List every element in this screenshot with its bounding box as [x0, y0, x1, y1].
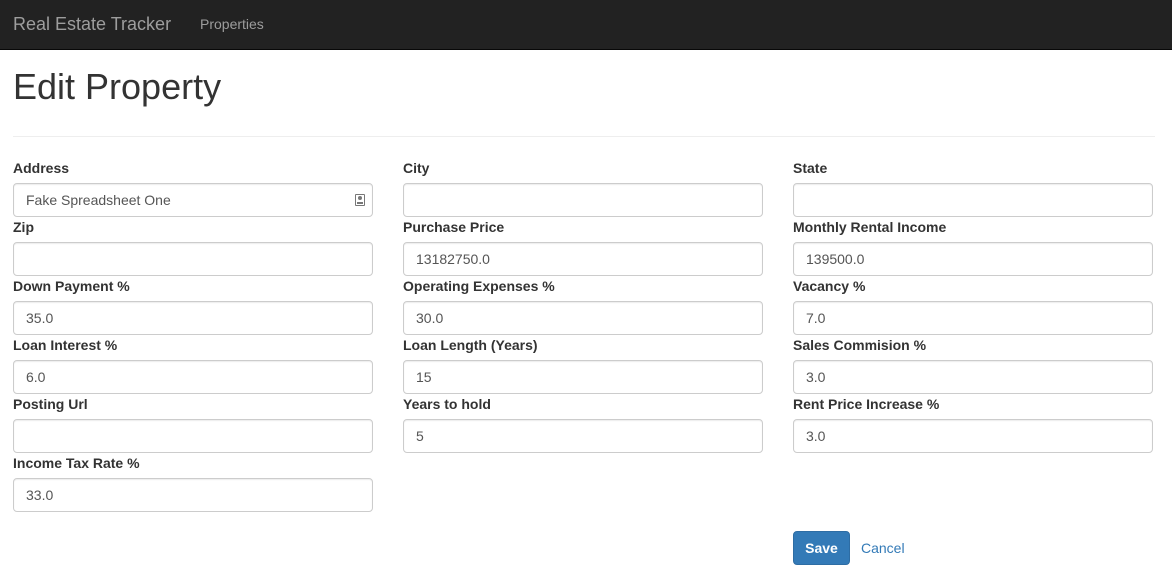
loan-interest-field-group: Loan Interest %: [13, 336, 373, 394]
rent-price-increase-label: Rent Price Increase %: [793, 396, 940, 412]
navbar: Real Estate Tracker Properties: [0, 0, 1172, 50]
zip-label: Zip: [13, 219, 34, 235]
vacancy-label: Vacancy %: [793, 278, 866, 294]
zip-field-group: Zip: [13, 218, 373, 276]
income-tax-rate-field-group: Income Tax Rate %: [13, 454, 373, 512]
income-tax-rate-input[interactable]: [13, 478, 373, 512]
contact-card-icon[interactable]: [355, 194, 365, 206]
save-button[interactable]: Save: [793, 531, 850, 565]
vacancy-field-group: Vacancy %: [793, 277, 1153, 335]
operating-expenses-field-group: Operating Expenses %: [403, 277, 763, 335]
city-label: City: [403, 160, 430, 176]
address-field-group: Address: [13, 159, 373, 217]
down-payment-input[interactable]: [13, 301, 373, 335]
posting-url-input[interactable]: [13, 419, 373, 453]
down-payment-label: Down Payment %: [13, 278, 130, 294]
years-to-hold-label: Years to hold: [403, 396, 491, 412]
loan-interest-label: Loan Interest %: [13, 337, 118, 353]
brand-link[interactable]: Real Estate Tracker: [13, 13, 171, 35]
monthly-rental-income-field-group: Monthly Rental Income: [793, 218, 1153, 276]
state-label: State: [793, 160, 828, 176]
sales-commission-label: Sales Commision %: [793, 337, 927, 353]
vacancy-input[interactable]: [793, 301, 1153, 335]
years-to-hold-input[interactable]: [403, 419, 763, 453]
posting-url-field-group: Posting Url: [13, 395, 373, 453]
years-to-hold-field-group: Years to hold: [403, 395, 763, 453]
sales-commission-field-group: Sales Commision %: [793, 336, 1153, 394]
rent-price-increase-field-group: Rent Price Increase %: [793, 395, 1153, 453]
income-tax-rate-label: Income Tax Rate %: [13, 455, 140, 471]
sales-commission-input[interactable]: [793, 360, 1153, 394]
purchase-price-field-group: Purchase Price: [403, 218, 763, 276]
state-field-group: State: [793, 159, 1153, 217]
posting-url-label: Posting Url: [13, 396, 88, 412]
address-input[interactable]: [13, 183, 373, 217]
monthly-rental-income-label: Monthly Rental Income: [793, 219, 947, 235]
purchase-price-input[interactable]: [403, 242, 763, 276]
city-input[interactable]: [403, 183, 763, 217]
purchase-price-label: Purchase Price: [403, 219, 505, 235]
nav-link-properties[interactable]: Properties: [200, 15, 264, 33]
monthly-rental-income-input[interactable]: [793, 242, 1153, 276]
divider: [13, 136, 1155, 137]
city-field-group: City: [403, 159, 763, 217]
operating-expenses-label: Operating Expenses %: [403, 278, 555, 294]
page-title: Edit Property: [13, 66, 222, 107]
state-input[interactable]: [793, 183, 1153, 217]
zip-input[interactable]: [13, 242, 373, 276]
loan-interest-input[interactable]: [13, 360, 373, 394]
rent-price-increase-input[interactable]: [793, 419, 1153, 453]
address-label: Address: [13, 160, 70, 176]
down-payment-field-group: Down Payment %: [13, 277, 373, 335]
loan-length-label: Loan Length (Years): [403, 337, 538, 353]
operating-expenses-input[interactable]: [403, 301, 763, 335]
loan-length-input[interactable]: [403, 360, 763, 394]
cancel-link[interactable]: Cancel: [861, 539, 905, 557]
loan-length-field-group: Loan Length (Years): [403, 336, 763, 394]
